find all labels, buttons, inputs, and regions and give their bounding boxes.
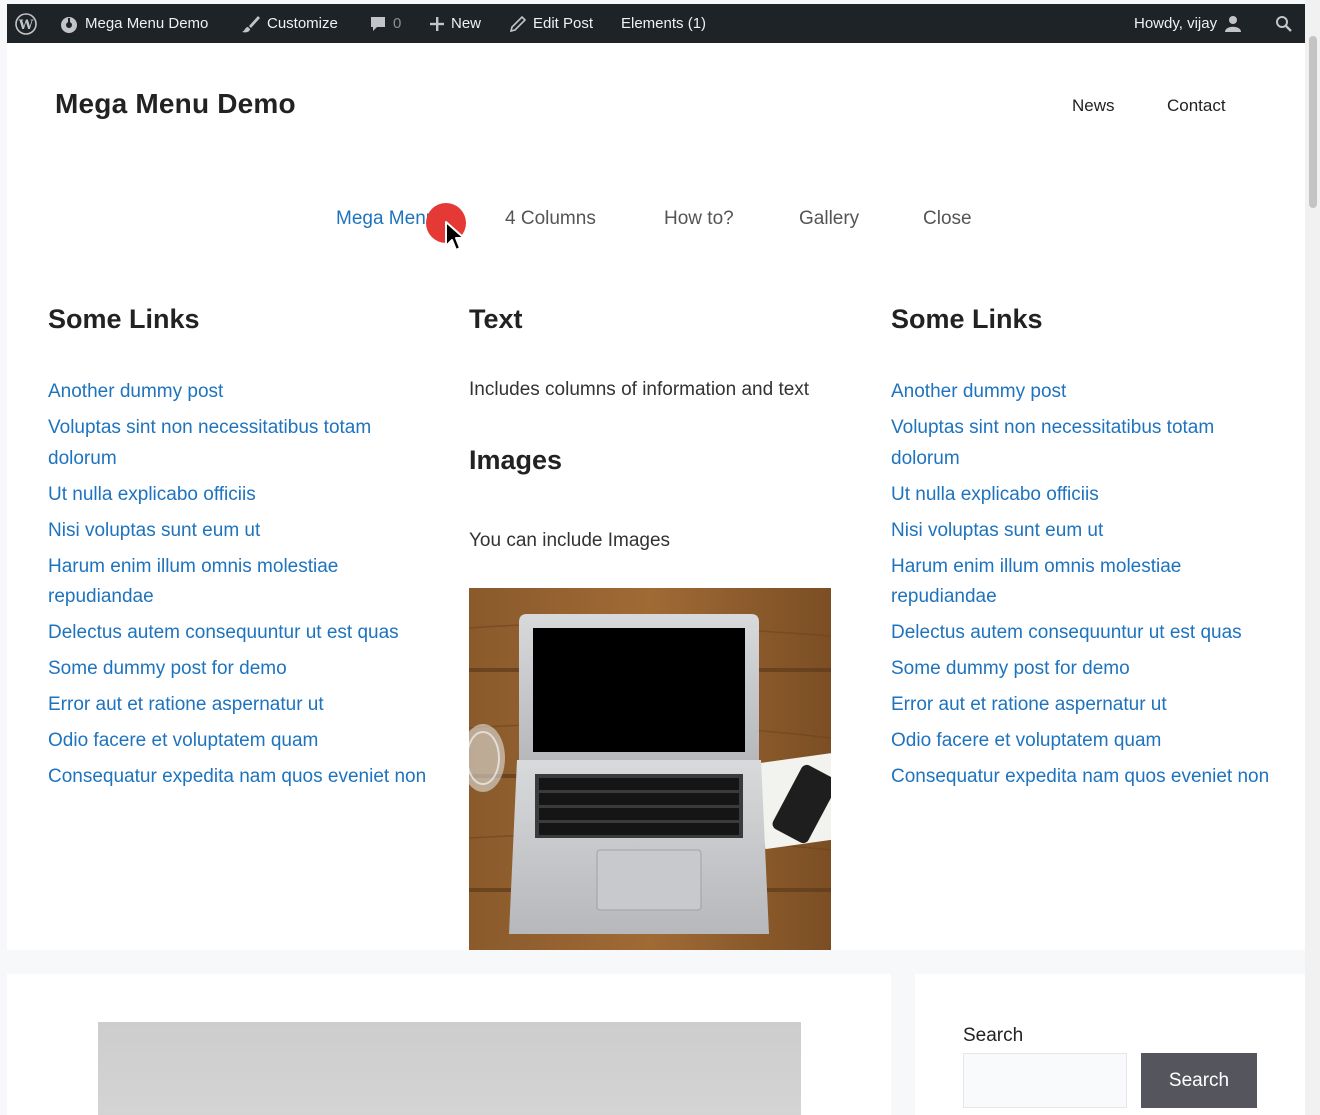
right-link-2[interactable]: Voluptas sint non necessitatibus totam d…	[891, 413, 1281, 474]
left-link-10[interactable]: Consequatur expedita nam quos eveniet no…	[48, 762, 428, 793]
right-link-list: Another dummy post Voluptas sint non nec…	[891, 377, 1281, 798]
howdy-label: Howdy, vijay	[1134, 15, 1218, 32]
left-link-5[interactable]: Harum enim illum omnis molestiae repudia…	[48, 552, 428, 613]
paintbrush-icon	[242, 15, 260, 32]
search-widget-label: Search	[963, 1025, 1024, 1046]
comment-bubble-icon	[371, 16, 385, 31]
pencil-icon	[509, 15, 527, 32]
left-link-list: Another dummy post Voluptas sint non nec…	[48, 377, 428, 798]
mega-menu-item-4-columns[interactable]: 4 Columns	[505, 208, 596, 230]
left-column-heading: Some Links	[48, 304, 200, 334]
admin-bar-elements[interactable]: Elements (1)	[621, 4, 706, 43]
page-scrollbar[interactable]	[1305, 0, 1320, 1115]
search-icon	[1276, 15, 1292, 32]
left-link-6[interactable]: Delectus autem consequuntur ut est quas	[48, 618, 428, 649]
comments-count: 0	[393, 15, 402, 32]
left-link-7[interactable]: Some dummy post for demo	[48, 654, 428, 685]
right-link-3[interactable]: Ut nulla explicabo officiis	[891, 480, 1281, 511]
column-gap	[891, 974, 915, 1115]
admin-bar-search-icon[interactable]	[1275, 4, 1293, 43]
featured-image-placeholder	[98, 1022, 801, 1115]
right-link-6[interactable]: Delectus autem consequuntur ut est quas	[891, 618, 1281, 649]
customize-label: Customize	[267, 15, 338, 32]
left-link-4[interactable]: Nisi voluptas sunt eum ut	[48, 516, 428, 547]
wp-admin-bar: W Mega Menu Demo Customize 0 New Edit Po…	[7, 4, 1305, 43]
right-column-heading: Some Links	[891, 304, 1043, 334]
edit-post-label: Edit Post	[533, 15, 594, 32]
admin-bar-customize[interactable]: Customize	[241, 4, 338, 43]
middle-column-text: Includes columns of information and text	[469, 379, 810, 400]
admin-bar-site-name[interactable]: Mega Menu Demo	[59, 4, 208, 43]
admin-bar-edit-post[interactable]: Edit Post	[509, 4, 593, 43]
mega-menu-item-mega-menu[interactable]: Mega Menu	[336, 208, 436, 230]
search-input[interactable]	[963, 1053, 1127, 1108]
svg-text:W: W	[18, 18, 34, 33]
wordpress-logo-icon[interactable]: W	[15, 4, 37, 43]
admin-bar-new[interactable]: New	[429, 4, 481, 43]
images-heading: Images	[469, 445, 563, 475]
images-text: You can include Images	[469, 530, 671, 551]
right-link-10[interactable]: Consequatur expedita nam quos eveniet no…	[891, 762, 1281, 793]
browser-viewport: W Mega Menu Demo Customize 0 New Edit Po…	[7, 4, 1305, 1115]
right-link-8[interactable]: Error aut et ratione aspernatur ut	[891, 690, 1281, 721]
elements-label: Elements (1)	[621, 15, 707, 32]
content-separator	[7, 950, 1305, 974]
right-link-4[interactable]: Nisi voluptas sunt eum ut	[891, 516, 1281, 547]
mega-menu-item-close[interactable]: Close	[923, 208, 972, 230]
nav-item-news[interactable]: News	[1072, 96, 1115, 116]
mega-menu-item-gallery[interactable]: Gallery	[799, 208, 859, 230]
plus-icon	[430, 16, 444, 31]
scrollbar-thumb[interactable]	[1309, 36, 1317, 208]
admin-bar-comments[interactable]: 0	[369, 4, 401, 43]
user-avatar-icon	[1225, 15, 1242, 32]
left-link-1[interactable]: Another dummy post	[48, 377, 428, 408]
admin-bar-account[interactable]: Howdy, vijay	[1134, 4, 1243, 43]
mouse-pointer-icon	[445, 221, 465, 251]
dashboard-icon	[61, 16, 77, 33]
site-name-label: Mega Menu Demo	[85, 15, 209, 32]
middle-column-heading: Text	[469, 304, 523, 334]
right-link-7[interactable]: Some dummy post for demo	[891, 654, 1281, 685]
left-link-9[interactable]: Odio facere et voluptatem quam	[48, 726, 428, 757]
right-link-5[interactable]: Harum enim illum omnis molestiae repudia…	[891, 552, 1281, 613]
nav-item-contact[interactable]: Contact	[1167, 96, 1226, 116]
site-title[interactable]: Mega Menu Demo	[55, 88, 296, 120]
right-link-1[interactable]: Another dummy post	[891, 377, 1281, 408]
search-button[interactable]: Search	[1141, 1053, 1257, 1108]
left-link-8[interactable]: Error aut et ratione aspernatur ut	[48, 690, 428, 721]
new-label: New	[451, 15, 482, 32]
left-link-2[interactable]: Voluptas sint non necessitatibus totam d…	[48, 413, 428, 474]
right-link-9[interactable]: Odio facere et voluptatem quam	[891, 726, 1281, 757]
laptop-photo	[469, 588, 831, 950]
mega-menu-item-how-to[interactable]: How to?	[664, 208, 734, 230]
left-link-3[interactable]: Ut nulla explicabo officiis	[48, 480, 428, 511]
